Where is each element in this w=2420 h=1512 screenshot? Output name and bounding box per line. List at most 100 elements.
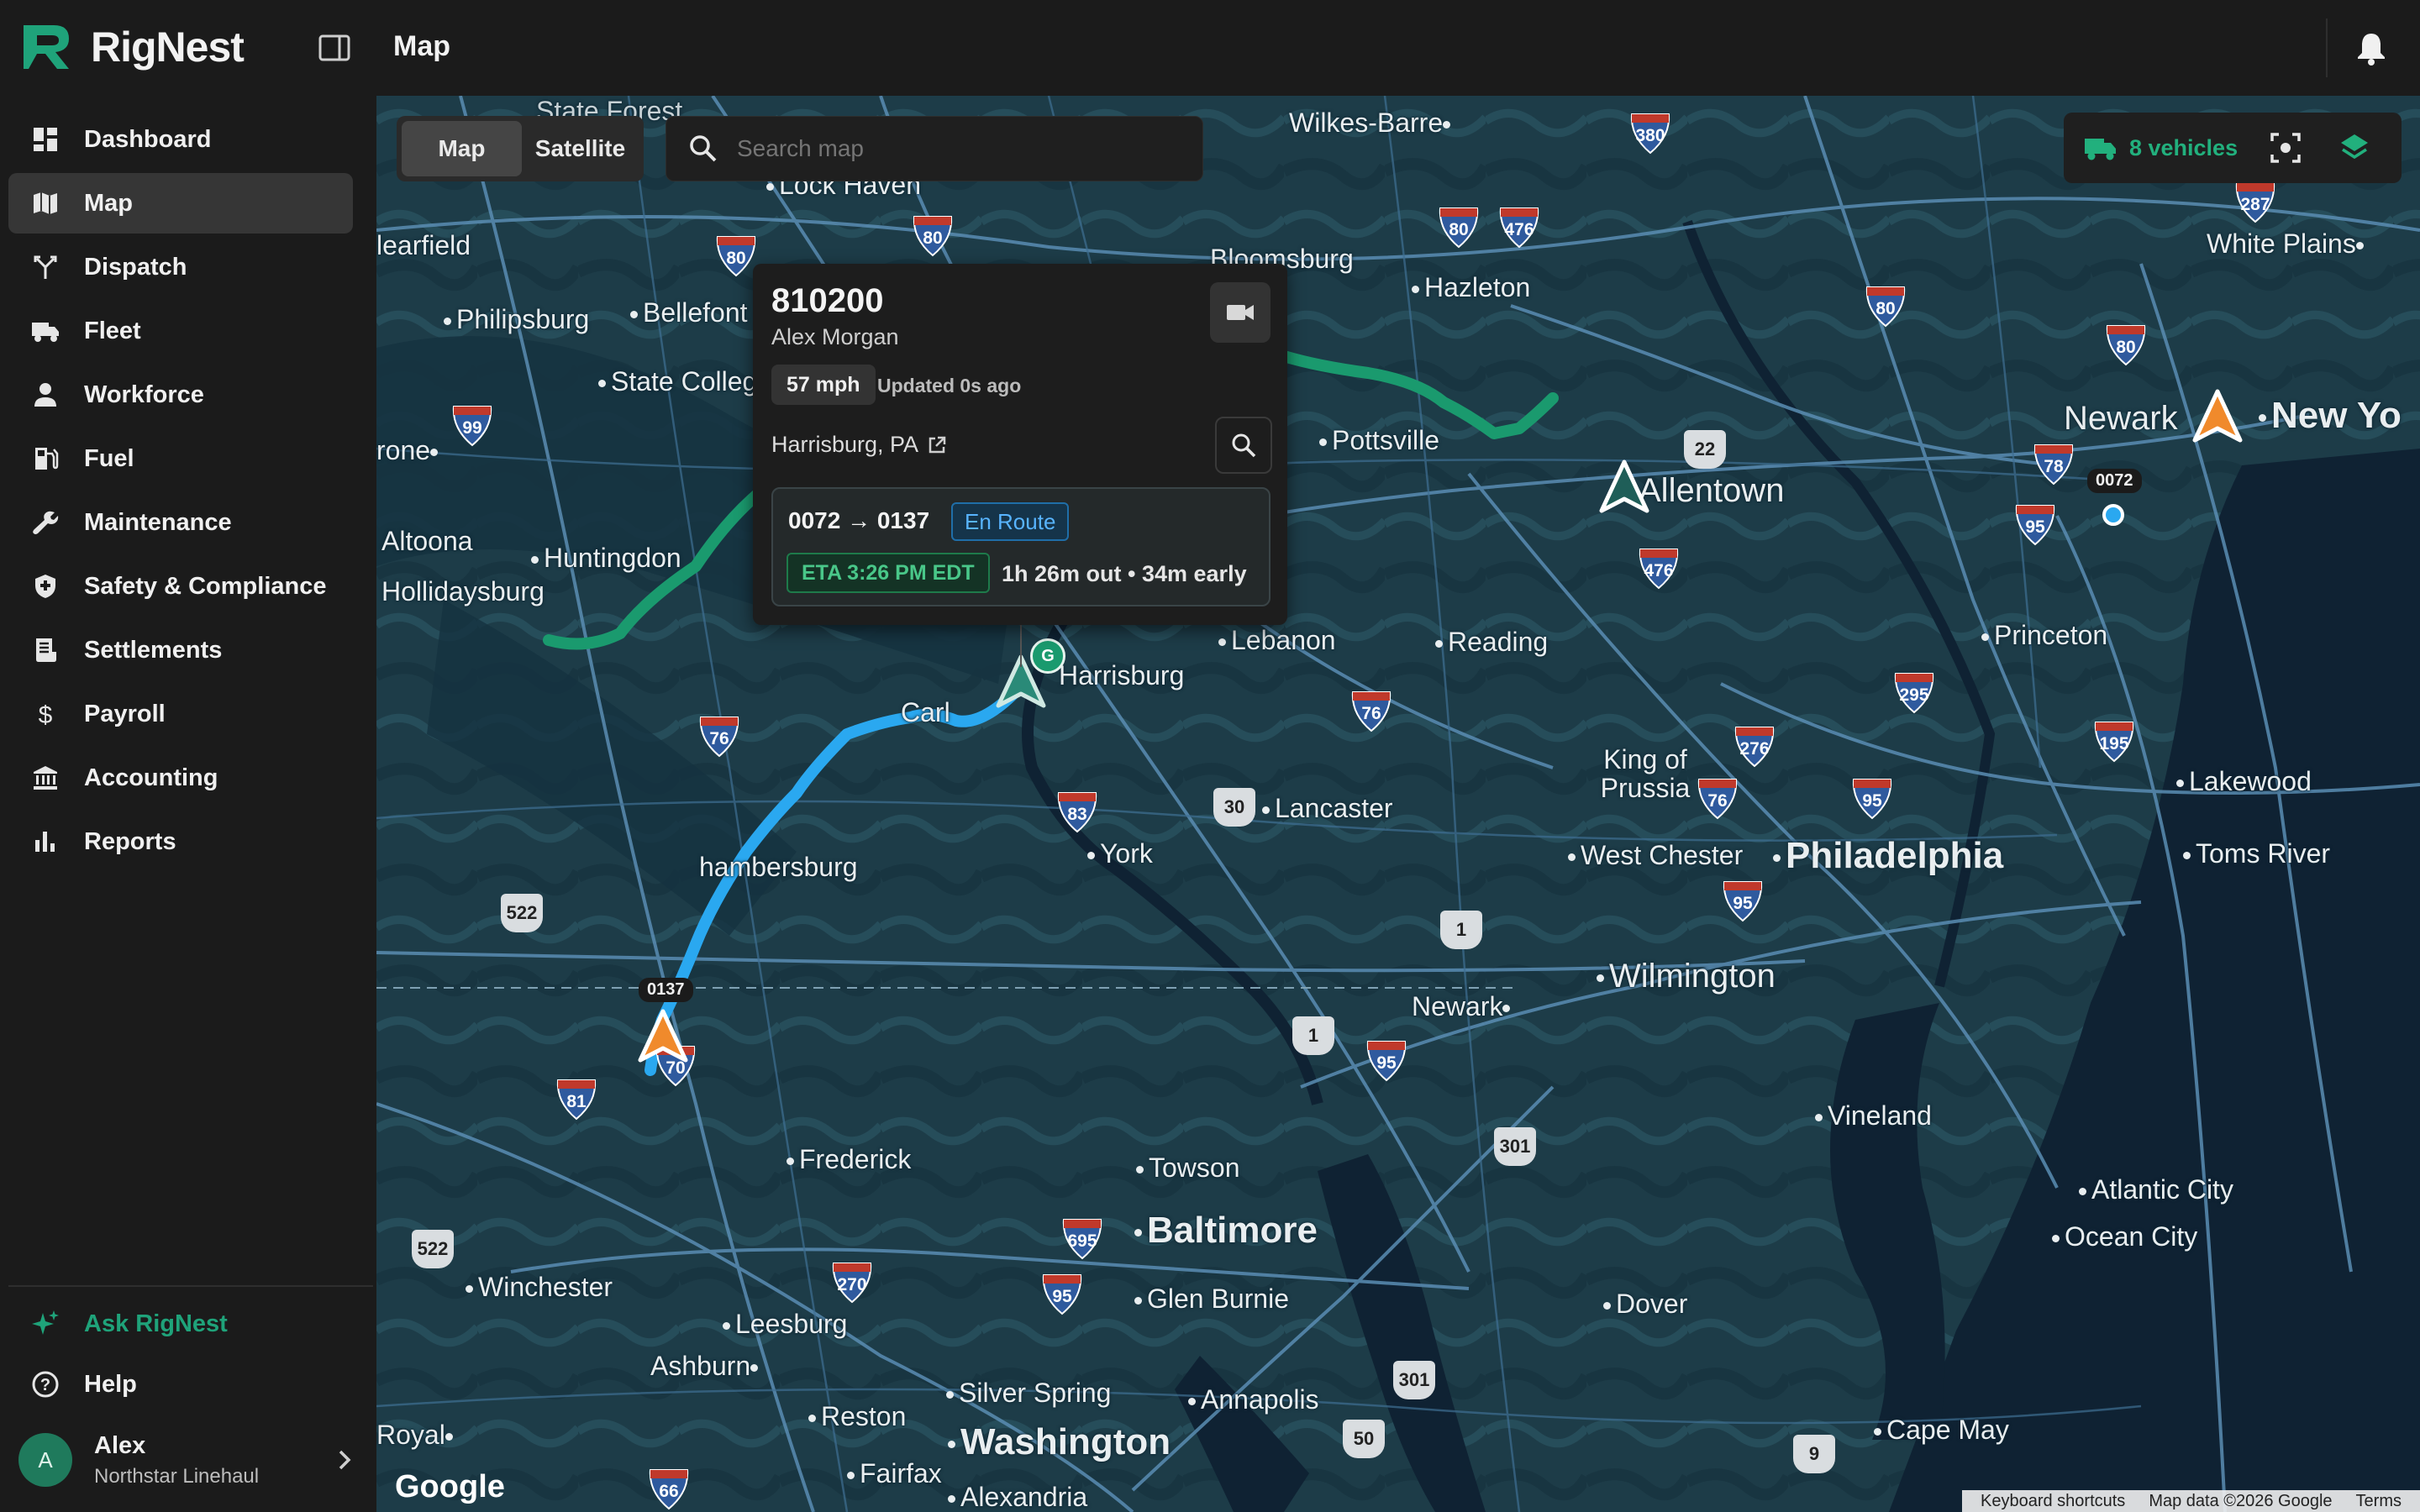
us-route-shield: 522: [501, 894, 543, 932]
google-logo: Google: [395, 1469, 505, 1504]
terms-link[interactable]: Terms: [2356, 1492, 2402, 1511]
vehicle-label: 0072: [2087, 469, 2142, 493]
sidebar-divider: [8, 1285, 373, 1287]
vehicle-marker-navigation-icon[interactable]: [1598, 459, 1650, 514]
interstate-shield: 95: [1723, 881, 1763, 922]
interstate-shield: 76: [699, 717, 739, 758]
interstate-shield: 380: [1630, 113, 1670, 155]
sidebar-toggle-icon[interactable]: [318, 34, 351, 62]
svg-text:76: 76: [709, 729, 729, 748]
svg-text:95: 95: [1862, 791, 1882, 811]
logo[interactable]: RigNest: [20, 22, 245, 72]
map-label: Lakewood: [2176, 766, 2312, 797]
help-button[interactable]: ? Help: [8, 1354, 353, 1415]
map-label: learfield: [376, 230, 471, 260]
layers-icon[interactable]: [2338, 131, 2371, 165]
sidebar-item-dispatch[interactable]: Dispatch: [8, 237, 353, 297]
interstate-shield: 95: [2015, 505, 2055, 546]
geofence-marker[interactable]: G: [1030, 638, 1065, 674]
sidebar-item-maintenance[interactable]: Maintenance: [8, 492, 353, 553]
svg-text:95: 95: [2025, 517, 2045, 537]
location-link[interactable]: Harrisburg, PA: [771, 432, 947, 458]
vehicle-marker-navigation-icon[interactable]: [637, 1008, 689, 1063]
interstate-shield: 476: [1639, 549, 1679, 590]
map-data-text: Map data ©2026 Google: [2149, 1491, 2333, 1510]
interstate-shield: 695: [1062, 1219, 1102, 1260]
vehicle-marker-navigation-icon[interactable]: [2191, 388, 2244, 444]
interstate-shield: 66: [649, 1469, 689, 1510]
map-label: Ashburn: [650, 1351, 763, 1382]
status-badge: En Route: [951, 502, 1070, 541]
map-view-button[interactable]: Map: [402, 121, 522, 176]
sidebar-item-map[interactable]: Map: [8, 173, 353, 234]
svg-text:95: 95: [1376, 1053, 1397, 1073]
camera-button[interactable]: [1210, 282, 1270, 343]
svg-text:380: 380: [1635, 126, 1665, 145]
interstate-shield: 276: [1734, 727, 1775, 768]
svg-text:66: 66: [659, 1482, 678, 1501]
map-label: Fairfax: [847, 1458, 942, 1489]
sidebar-item-label: Dispatch: [84, 253, 187, 281]
truck-icon: [30, 316, 60, 346]
interstate-shield: 80: [913, 216, 953, 257]
search-icon: [690, 135, 717, 162]
sidebar-item-dashboard[interactable]: Dashboard: [8, 109, 353, 170]
map-label: hambersburg: [699, 852, 858, 882]
dashboard-icon: [30, 124, 60, 155]
svg-text:695: 695: [1067, 1231, 1097, 1251]
shield-icon: [30, 571, 60, 601]
map-label: Towson: [1136, 1152, 1240, 1184]
sidebar-item-payroll[interactable]: $ Payroll: [8, 684, 353, 744]
map-label: Annapolis: [1188, 1384, 1319, 1415]
locate-button[interactable]: [1215, 417, 1272, 474]
sidebar-item-accounting[interactable]: Accounting: [8, 748, 353, 808]
map-label: Dover: [1603, 1289, 1687, 1320]
svg-text:80: 80: [1449, 220, 1468, 239]
map-label: Carl: [901, 697, 950, 727]
map-search-input[interactable]: [737, 135, 1191, 162]
user-menu[interactable]: A Alex Northstar Linehaul: [8, 1420, 361, 1500]
svg-text:80: 80: [923, 228, 942, 248]
sidebar-item-safety-compliance[interactable]: Safety & Compliance: [8, 556, 353, 617]
fit-bounds-icon[interactable]: [2269, 131, 2302, 165]
sidebar-item-fleet[interactable]: Fleet: [8, 301, 353, 361]
vehicles-button[interactable]: 8 vehicles: [2084, 134, 2238, 161]
sidebar-item-settlements[interactable]: Settlements: [8, 620, 353, 680]
map-label: Allentown: [1639, 472, 1785, 509]
svg-text:276: 276: [1739, 739, 1769, 759]
svg-text:476: 476: [1644, 561, 1673, 580]
map-label: Wilkes-Barre: [1289, 108, 1455, 139]
map-label: Harrisburg: [1059, 660, 1185, 690]
sidebar-item-workforce[interactable]: Workforce: [8, 365, 353, 425]
us-route-shield: 301: [1494, 1127, 1536, 1166]
svg-text:$: $: [39, 701, 53, 727]
eta-detail: 1h 26m out • 34m early: [1002, 561, 1247, 586]
person-icon: [30, 380, 60, 410]
map-canvas[interactable]: 380 80 80 80 476 287 80 80 99 476 78 95 …: [376, 96, 2420, 1512]
svg-text:270: 270: [837, 1275, 866, 1294]
state-route-shield: 30: [1213, 788, 1255, 827]
svg-text:295: 295: [1899, 685, 1928, 705]
sidebar-item-reports[interactable]: Reports: [8, 811, 353, 872]
eta-badge: ETA 3:26 PM EDT: [786, 553, 990, 593]
user-org: Northstar Linehaul: [94, 1464, 260, 1488]
driver-name: Alex Morgan: [771, 324, 899, 349]
map-label: Baltimore: [1134, 1210, 1318, 1252]
updated-text: Updated 0s ago: [877, 375, 1022, 396]
keyboard-shortcuts-link[interactable]: Keyboard shortcuts: [1981, 1492, 2125, 1511]
sidebar-item-label: Fuel: [84, 444, 134, 472]
map-label: King of Prussia: [1600, 744, 1691, 803]
map-label: Philipsburg: [444, 304, 589, 335]
ask-rignest-button[interactable]: Ask RigNest: [8, 1294, 353, 1354]
sidebar-item-fuel[interactable]: Fuel: [8, 428, 353, 489]
map-label: Bellefont: [630, 297, 748, 328]
map-label: Newark: [1412, 991, 1515, 1022]
notifications-bell-icon[interactable]: [2354, 30, 2388, 66]
help-icon: ?: [30, 1369, 60, 1399]
help-label: Help: [84, 1370, 137, 1398]
map-label: Ocean City: [2052, 1221, 2197, 1252]
sidebar-item-label: Payroll: [84, 700, 166, 727]
trip-card[interactable]: 0072 → 0137 En Route ETA 3:26 PM EDT 1h …: [771, 487, 1270, 606]
satellite-view-button[interactable]: Satellite: [522, 121, 639, 176]
vehicle-location-dot[interactable]: [2102, 504, 2124, 526]
